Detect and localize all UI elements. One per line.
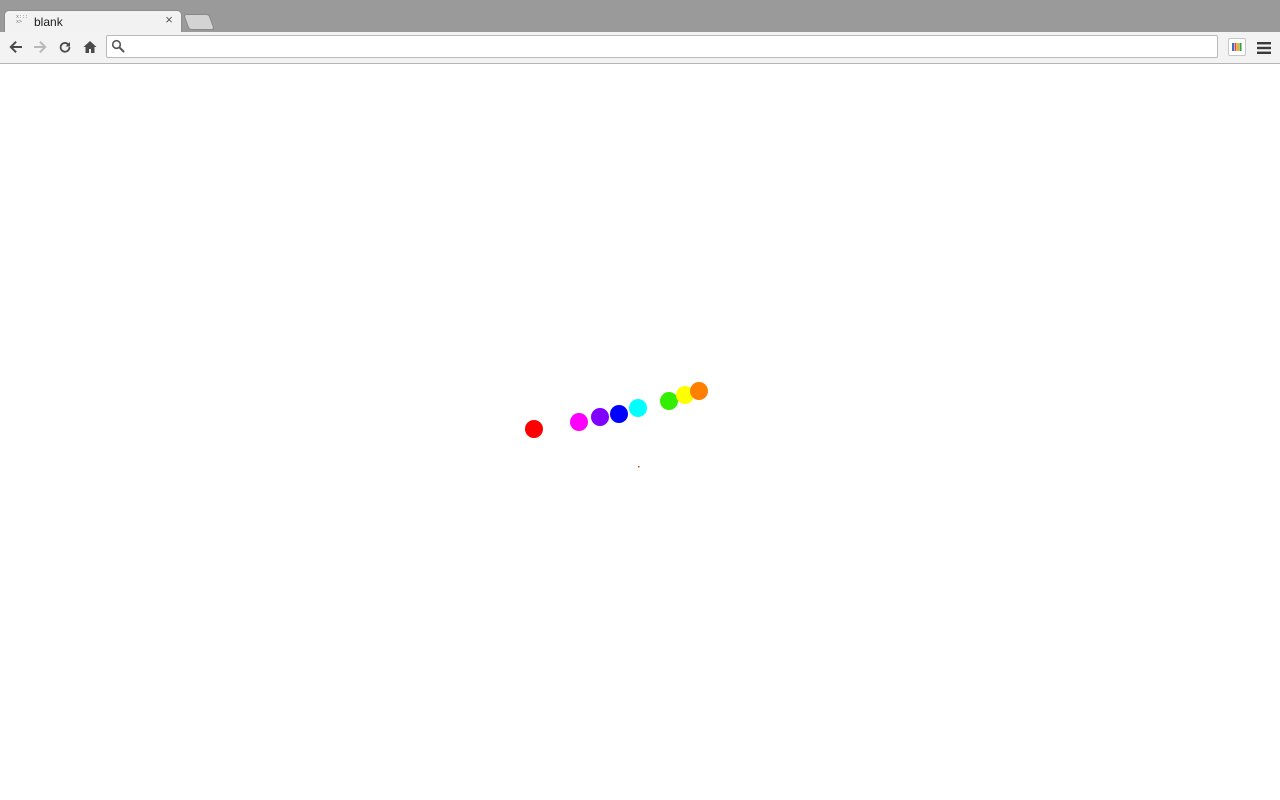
dots-canvas	[525, 382, 708, 468]
hamburger-menu-icon	[1257, 42, 1271, 54]
menu-button[interactable]	[1254, 38, 1274, 58]
back-arrow-icon	[9, 41, 22, 53]
address-input[interactable]	[131, 37, 1211, 56]
small-red-speck	[638, 466, 640, 468]
green-dot	[660, 392, 678, 410]
address-bar[interactable]	[106, 35, 1218, 58]
forward-button[interactable]	[30, 37, 50, 57]
document-icon: x::: x>	[16, 14, 29, 25]
violet-dot	[591, 408, 609, 426]
tab-title: blank	[34, 15, 63, 29]
tab-strip: x::: x> blank ×	[0, 0, 1280, 33]
browser-window: x::: x> blank ×	[0, 0, 1280, 800]
color-bars-icon	[1232, 43, 1242, 51]
search-icon	[111, 39, 125, 53]
home-button[interactable]	[80, 37, 100, 57]
page-viewport	[0, 64, 1280, 800]
blue-dot	[610, 405, 628, 423]
reload-button[interactable]	[55, 37, 75, 57]
reload-icon	[59, 41, 71, 53]
new-tab-button[interactable]	[183, 14, 215, 30]
back-button[interactable]	[6, 37, 26, 57]
home-icon	[83, 41, 97, 53]
extension-button[interactable]	[1228, 38, 1246, 56]
magenta-dot	[570, 413, 588, 431]
toolbar	[0, 32, 1280, 64]
cyan-dot	[629, 399, 647, 417]
red-dot	[525, 420, 543, 438]
tab-blank[interactable]: x::: x> blank ×	[4, 10, 182, 33]
forward-arrow-icon	[34, 41, 47, 53]
orange-dot	[690, 382, 708, 400]
tab-close-button[interactable]: ×	[162, 12, 176, 27]
